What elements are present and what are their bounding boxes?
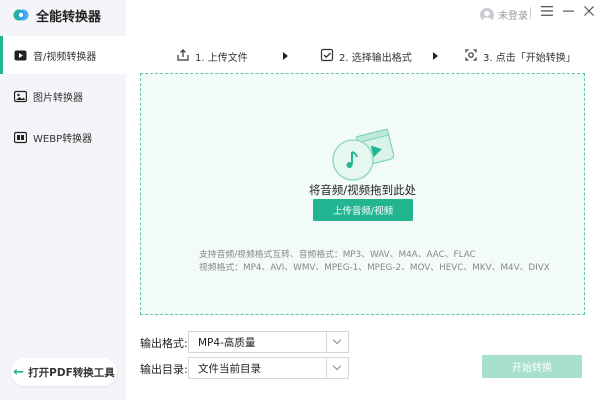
close-icon[interactable]: [584, 5, 594, 20]
step-label: 3. 点击「开始转换」: [483, 53, 576, 64]
output-format-label: 输出格式:: [140, 337, 188, 350]
video-play-icon: [14, 49, 27, 62]
hamburger-menu-icon[interactable]: [541, 5, 553, 20]
audio-video-media-icon: [330, 124, 400, 186]
login-label: 未登录: [498, 11, 528, 22]
supported-formats-text: 支持音频/视频格式互转、音频格式：MP3、WAV、M4A、AAC、FLAC 视频…: [199, 249, 550, 275]
webp-icon: [13, 131, 28, 144]
step-arrow-icon: [433, 52, 438, 60]
output-dir-label: 输出目录:: [140, 363, 188, 376]
step-upload: 1. 上传文件: [176, 48, 248, 65]
step-label: 1. 上传文件: [195, 53, 248, 64]
step-select-format: 2. 选择输出格式: [320, 48, 412, 65]
chevron-down-icon: [326, 358, 348, 378]
app-logo-icon: [12, 6, 30, 24]
image-icon: [13, 90, 28, 103]
sidebar-item-label: WEBP转换器: [33, 133, 93, 145]
avatar-icon: [480, 7, 494, 22]
upload-icon: [176, 48, 190, 65]
sidebar-item-image[interactable]: 图片转换器: [0, 77, 126, 115]
output-format-select[interactable]: MP4-高质量: [188, 331, 349, 353]
upload-audio-video-button[interactable]: 上传音频/视频: [313, 199, 413, 221]
arrow-left-icon: ←: [13, 364, 25, 380]
sidebar-item-label: 音/视频转换器: [33, 51, 97, 63]
app-title: 全能转换器: [36, 9, 102, 25]
sidebar: 全能转换器 音/视频转换器 图片转换器 WEBP转换器 ← 打开PDF转换工具: [0, 0, 126, 400]
sidebar-item-audio-video[interactable]: 音/视频转换器: [0, 36, 126, 74]
formats-line-2: 视频格式：MP4、AVI、WMV、MPEG-1、MPEG-2、MOV、HEVC、…: [199, 263, 550, 273]
start-convert-button[interactable]: 开始转换: [482, 355, 582, 378]
steps-bar: 1. 上传文件 2. 选择输出格式 3. 点击「开始转换」: [126, 40, 600, 72]
checkbox-icon: [320, 48, 334, 65]
open-pdf-tool-button[interactable]: ← 打开PDF转换工具: [11, 358, 117, 386]
login-status[interactable]: 未登录: [480, 7, 528, 22]
open-pdf-tool-label: 打开PDF转换工具: [28, 366, 115, 379]
formats-line-1: 支持音频/视频格式互转、音频格式：MP3、WAV、M4A、AAC、FLAC: [199, 250, 476, 260]
chevron-down-icon: [326, 332, 348, 352]
window-controls: [530, 5, 594, 20]
output-dir-value: 文件当前目录: [198, 362, 261, 375]
output-dir-select[interactable]: 文件当前目录: [188, 357, 349, 379]
minimize-icon[interactable]: [563, 5, 574, 20]
sidebar-item-label: 图片转换器: [33, 92, 83, 104]
step-label: 2. 选择输出格式: [339, 53, 412, 64]
divider: [530, 6, 531, 19]
step-arrow-icon: [283, 52, 288, 60]
titlebar: 未登录: [126, 0, 600, 30]
output-format-value: MP4-高质量: [198, 336, 256, 349]
app-logo-row: 全能转换器: [12, 4, 101, 26]
sidebar-item-webp[interactable]: WEBP转换器: [0, 118, 126, 156]
convert-icon: [464, 48, 478, 65]
drop-zone[interactable]: 将音频/视频拖到此处 上传音频/视频 支持音频/视频格式互转、音频格式：MP3、…: [140, 73, 585, 315]
app-window: 全能转换器 音/视频转换器 图片转换器 WEBP转换器 ← 打开PDF转换工具 …: [0, 0, 600, 400]
sidebar-nav: 音/视频转换器 图片转换器 WEBP转换器: [0, 36, 126, 159]
drop-zone-prompt: 将音频/视频拖到此处: [308, 183, 417, 197]
step-start: 3. 点击「开始转换」: [464, 48, 576, 65]
